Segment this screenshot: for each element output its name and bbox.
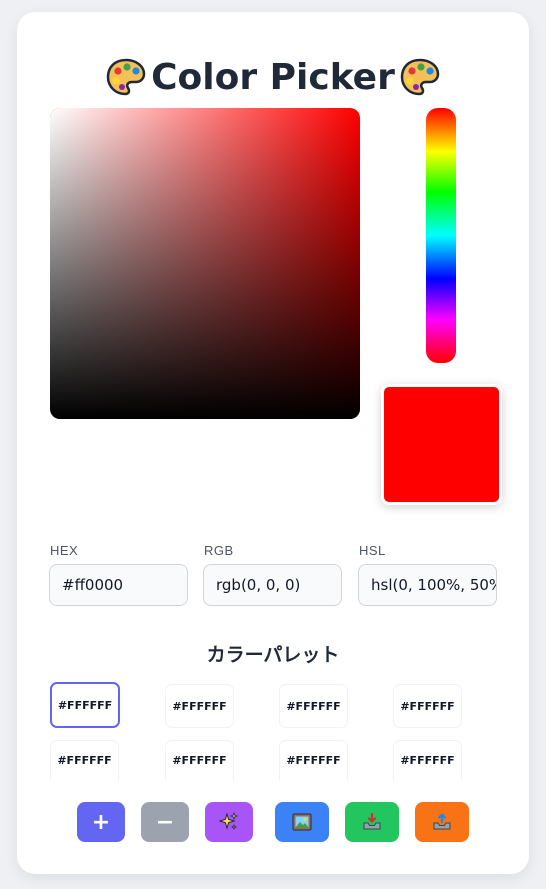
palette-swatch[interactable]: #FFFFFF (393, 684, 462, 728)
add-color-button[interactable]: + (77, 802, 125, 842)
palette-swatch[interactable]: #FFFFFF (50, 740, 119, 780)
palette-swatch[interactable]: #FFFFFF (393, 740, 462, 780)
rgb-input[interactable]: rgb(0, 0, 0) (203, 564, 342, 606)
saturation-value-area[interactable] (50, 108, 360, 419)
random-color-button[interactable] (205, 802, 253, 842)
hue-slider[interactable] (426, 108, 456, 363)
hsl-label: HSL (359, 543, 386, 558)
image-picker-button[interactable] (275, 802, 329, 842)
page-title-text: Color Picker (151, 56, 395, 98)
palette-swatch[interactable]: #FFFFFF (165, 684, 234, 728)
outbox-tray-icon (432, 813, 452, 831)
palette-title: カラーパレット (206, 644, 340, 666)
remove-color-button[interactable]: − (141, 802, 189, 842)
framed-picture-icon (292, 813, 312, 831)
sparkles-icon (219, 812, 239, 832)
page-title: Color Picker (17, 56, 529, 98)
palette-swatch[interactable]: #FFFFFF (279, 740, 348, 780)
plus-icon: + (91, 809, 111, 835)
value-gradient (50, 108, 360, 419)
import-palette-button[interactable] (345, 802, 399, 842)
palette-swatch[interactable]: #FFFFFF (279, 684, 348, 728)
inbox-tray-icon (362, 813, 382, 831)
export-palette-button[interactable] (415, 802, 469, 842)
palette-swatch[interactable]: #FFFFFF (50, 682, 120, 728)
hex-input[interactable]: #ff0000 (49, 564, 188, 606)
hsl-input[interactable]: hsl(0, 100%, 50%) (358, 564, 497, 606)
artist-palette-icon (399, 56, 441, 98)
hex-label: HEX (50, 543, 79, 558)
rgb-label: RGB (204, 543, 234, 558)
palette-swatch[interactable]: #FFFFFF (165, 740, 234, 780)
color-preview (381, 384, 502, 505)
artist-palette-icon (105, 56, 147, 98)
minus-icon: − (155, 809, 175, 835)
